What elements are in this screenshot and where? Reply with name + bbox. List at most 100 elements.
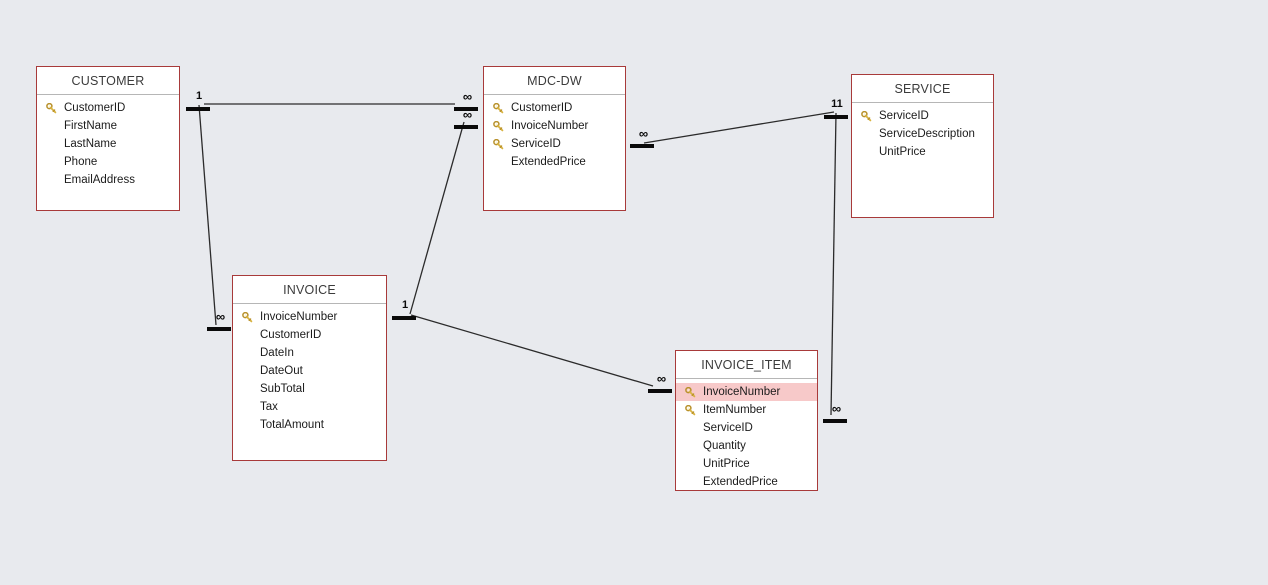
table-field-row[interactable]: UnitPrice — [676, 455, 817, 473]
cardinality-glyph: ∞ — [462, 107, 472, 122]
field-icon-placeholder — [43, 173, 59, 187]
field-name: InvoiceNumber — [260, 311, 338, 323]
table-box-mdc-dw[interactable]: MDC-DW CustomerID InvoiceNumber ServiceID Ex… — [483, 66, 626, 211]
cardinality-marker-many: ∞ — [628, 126, 658, 151]
cardinality-marker-many: ∞ — [821, 402, 851, 426]
table-field-row[interactable]: DateIn — [233, 344, 386, 362]
field-icon-placeholder — [43, 119, 59, 133]
field-name: ServiceID — [879, 110, 929, 122]
table-field-row[interactable]: FirstName — [37, 117, 179, 135]
field-icon-placeholder — [239, 328, 255, 342]
table-field-row[interactable]: CustomerID — [37, 99, 179, 117]
table-field-list: InvoiceNumber ItemNumber ServiceID Quantity… — [676, 379, 817, 490]
field-name: ServiceID — [703, 422, 753, 434]
field-name: CustomerID — [260, 329, 322, 341]
cardinality-marker-many: ∞ — [205, 310, 235, 334]
table-field-row[interactable]: TotalAmount — [233, 416, 386, 434]
relationship-line[interactable]: SERVICE.ServiceID (1) → INVOICE_ITEM.Ser… — [830, 112, 837, 416]
table-box-invoice-item[interactable]: INVOICE_ITEM InvoiceNumber ItemNumber Servi… — [675, 350, 818, 491]
table-field-row[interactable]: InvoiceNumber — [233, 308, 386, 326]
table-field-row[interactable]: InvoiceNumber — [676, 383, 817, 401]
cardinality-marker-one: 1 — [390, 299, 420, 323]
field-icon-placeholder — [239, 418, 255, 432]
field-icon-placeholder — [858, 127, 874, 141]
table-field-list: ServiceID ServiceDescription UnitPrice — [852, 103, 993, 161]
primary-key-icon — [239, 310, 255, 324]
field-name: TotalAmount — [260, 419, 324, 431]
relationship-line[interactable]: INVOICE.InvoiceNumber (1) → MDC-DW.Invoi… — [409, 121, 465, 315]
field-name: SubTotal — [260, 383, 305, 395]
table-field-row[interactable]: ItemNumber — [676, 401, 817, 419]
table-field-row[interactable]: ExtendedPrice — [676, 473, 817, 490]
field-name: Quantity — [703, 440, 746, 452]
cardinality-glyph: 1 — [195, 90, 203, 102]
table-field-row[interactable]: ServiceID — [484, 135, 625, 153]
cardinality-marker-one: 11 — [822, 98, 852, 122]
table-field-row[interactable]: DateOut — [233, 362, 386, 380]
field-icon-placeholder — [682, 475, 698, 489]
table-title[interactable]: SERVICE — [852, 75, 993, 103]
relationship-endpoint-bar — [207, 327, 231, 331]
field-name: CustomerID — [511, 102, 573, 114]
field-icon-placeholder — [239, 364, 255, 378]
table-field-row[interactable]: Phone — [37, 153, 179, 171]
table-title[interactable]: INVOICE_ITEM — [676, 351, 817, 379]
field-name: LastName — [64, 138, 117, 150]
field-icon-placeholder — [239, 400, 255, 414]
primary-key-icon — [682, 403, 698, 417]
field-icon-placeholder — [682, 421, 698, 435]
table-box-invoice[interactable]: INVOICE InvoiceNumber CustomerID DateIn Date… — [232, 275, 387, 461]
table-field-row[interactable]: ServiceID — [852, 107, 993, 125]
field-name: ServiceDescription — [879, 128, 975, 140]
table-field-row[interactable]: ServiceDescription — [852, 125, 993, 143]
relationship-endpoint-bar — [648, 389, 672, 393]
primary-key-icon — [490, 119, 506, 133]
field-name: UnitPrice — [879, 146, 926, 158]
field-icon-placeholder — [43, 137, 59, 151]
field-icon-placeholder — [239, 346, 255, 360]
cardinality-marker-many: ∞ — [452, 89, 482, 114]
table-field-row[interactable]: ExtendedPrice — [484, 153, 625, 171]
relationship-endpoint-bar — [823, 419, 847, 423]
field-icon-placeholder — [858, 145, 874, 159]
table-title[interactable]: MDC-DW — [484, 67, 625, 95]
relationship-endpoint-bar — [630, 144, 654, 148]
relationship-line[interactable]: CUSTOMER.CustomerID (1) → INVOICE.Custom… — [198, 104, 217, 326]
table-field-row[interactable]: CustomerID — [484, 99, 625, 117]
table-title[interactable]: CUSTOMER — [37, 67, 179, 95]
field-icon-placeholder — [682, 457, 698, 471]
table-field-list: CustomerID InvoiceNumber ServiceID Extended… — [484, 95, 625, 171]
table-field-row[interactable]: CustomerID — [233, 326, 386, 344]
relationship-lines-layer: CUSTOMER.CustomerID (1) → MDC-DW.Custome… — [198, 103, 837, 416]
table-field-row[interactable]: LastName — [37, 135, 179, 153]
table-field-row[interactable]: Tax — [233, 398, 386, 416]
cardinality-glyph: ∞ — [638, 126, 648, 141]
field-icon-placeholder — [43, 155, 59, 169]
table-title[interactable]: INVOICE — [233, 276, 386, 304]
relationships-canvas[interactable]: CUSTOMER.CustomerID (1) → MDC-DW.Custome… — [0, 0, 1268, 585]
cardinality-glyph: 1 — [401, 299, 409, 311]
table-field-row[interactable]: ServiceID — [676, 419, 817, 437]
table-field-row[interactable]: InvoiceNumber — [484, 117, 625, 135]
field-name: FirstName — [64, 120, 118, 132]
relationship-line[interactable]: SERVICE.ServiceID (1) → MDC-DW.ServiceID… — [643, 111, 835, 144]
field-name: Phone — [64, 156, 98, 168]
table-box-service[interactable]: SERVICE ServiceID ServiceDescription UnitPr… — [851, 74, 994, 218]
relationship-line[interactable]: INVOICE.InvoiceNumber (1) → INVOICE_ITEM… — [410, 314, 654, 387]
table-field-row[interactable]: UnitPrice — [852, 143, 993, 161]
field-name: Tax — [260, 401, 278, 413]
field-name: EmailAddress — [64, 174, 135, 186]
cardinality-glyph: ∞ — [656, 371, 666, 386]
field-name: InvoiceNumber — [511, 120, 589, 132]
field-icon-placeholder — [239, 382, 255, 396]
field-name: ExtendedPrice — [703, 476, 778, 488]
table-field-row[interactable]: SubTotal — [233, 380, 386, 398]
table-box-customer[interactable]: CUSTOMER CustomerID FirstName LastName Phone… — [36, 66, 180, 211]
table-field-row[interactable]: Quantity — [676, 437, 817, 455]
table-field-row[interactable]: EmailAddress — [37, 171, 179, 189]
primary-key-icon — [490, 101, 506, 115]
field-name: ItemNumber — [703, 404, 767, 416]
cardinality-glyph: ∞ — [462, 89, 472, 104]
relationship-endpoint-bar — [454, 107, 478, 111]
table-field-list: InvoiceNumber CustomerID DateIn DateOut SubT… — [233, 304, 386, 434]
